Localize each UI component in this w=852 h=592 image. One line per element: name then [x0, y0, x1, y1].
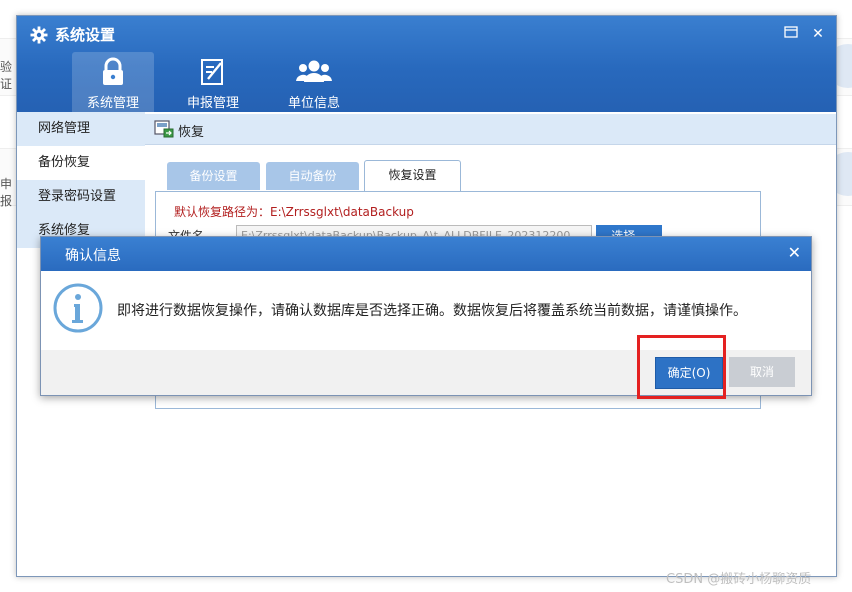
lock-icon: [100, 57, 126, 91]
tab-backup-settings[interactable]: 备份设置: [167, 162, 260, 190]
nav-tab-label: 系统管理: [86, 96, 139, 111]
users-icon: [296, 57, 332, 91]
info-icon: [52, 282, 104, 338]
nav-tab-system-management[interactable]: 系统管理: [72, 52, 154, 112]
cancel-button[interactable]: 取消: [729, 357, 795, 387]
nav-tab-label: 单位信息: [287, 96, 340, 111]
nav-tab-unit-info[interactable]: 单位信息: [273, 52, 355, 112]
sidebar-item-login-password[interactable]: 登录密码设置: [17, 180, 145, 214]
nav-tab-declaration-management[interactable]: 申报管理: [172, 52, 254, 112]
maximize-icon[interactable]: [783, 26, 799, 42]
watermark: CSDN @搬砖小杨聊资质: [666, 572, 812, 587]
dialog-titlebar: 确认信息 ✕: [41, 237, 811, 271]
close-icon[interactable]: ✕: [788, 245, 801, 261]
tab-restore-settings[interactable]: 恢复设置: [364, 160, 461, 191]
tab-auto-backup[interactable]: 自动备份: [266, 162, 359, 190]
content-header-title: 恢复: [178, 125, 205, 140]
restore-icon: [154, 120, 174, 142]
highlight-box: [637, 335, 726, 399]
window-title: 系统设置: [55, 26, 116, 44]
default-restore-path: 默认恢复路径为：E:\Zrrssglxt\dataBackup: [174, 205, 414, 219]
gear-icon: [30, 26, 48, 48]
sidebar-item-network[interactable]: 网络管理: [17, 112, 145, 146]
window-titlebar: 系统设置 ✕ 系统管理 申报管理 单位信息: [17, 16, 836, 112]
sidebar-item-backup-restore[interactable]: 备份恢复: [17, 146, 145, 180]
close-icon[interactable]: ✕: [810, 26, 826, 42]
document-edit-icon: [199, 57, 227, 91]
content-header: 恢复: [145, 114, 836, 145]
dialog-title: 确认信息: [65, 248, 121, 264]
nav-tab-label: 申报管理: [186, 96, 239, 111]
dialog-message: 即将进行数据恢复操作，请确认数据库是否选择正确。数据恢复后将覆盖系统当前数据，请…: [117, 303, 747, 319]
